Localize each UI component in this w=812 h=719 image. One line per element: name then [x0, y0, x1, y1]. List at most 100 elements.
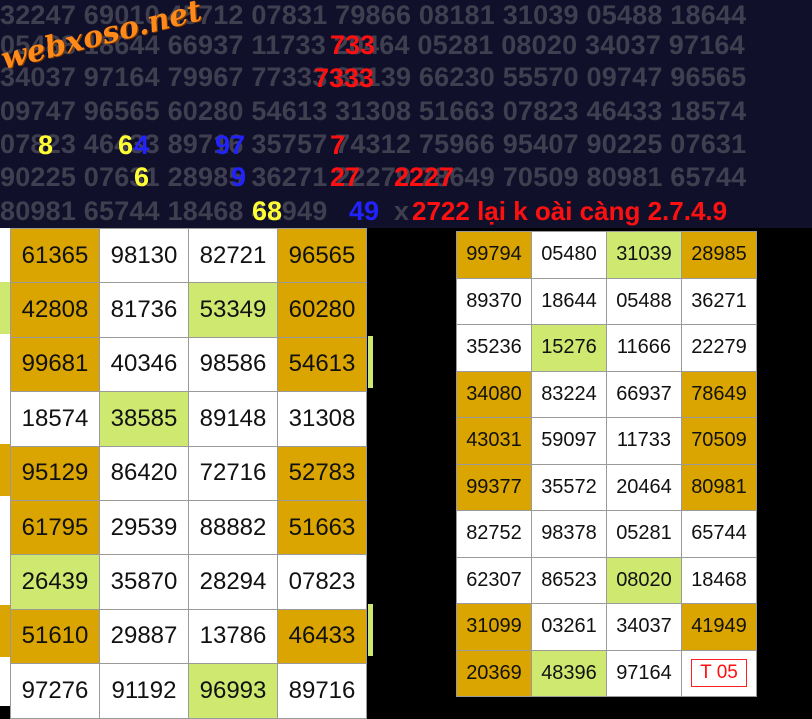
- number-cell: 86420: [99, 445, 189, 501]
- number-cell: 31039: [606, 231, 682, 279]
- number-cell: 05281: [606, 510, 682, 558]
- table-row: 99377 35572 20464 80981: [456, 463, 757, 511]
- table-row: 95129 86420 72716 52783: [10, 445, 367, 501]
- number-cell: 61365: [10, 227, 100, 284]
- table-row: 35236 15276 11666 22279: [456, 324, 757, 372]
- number-cell: 51663: [277, 499, 367, 556]
- number-cell: 70509: [681, 417, 757, 465]
- number-cell: 81736: [99, 282, 189, 338]
- table-row: 61365 98130 82721 96565: [10, 227, 367, 284]
- number-cell: 31099: [456, 603, 532, 651]
- tag-label: T 05: [691, 659, 747, 688]
- number-cell: 59097: [531, 417, 607, 465]
- number-cell: 28985: [681, 231, 757, 279]
- number-cell: 26439: [10, 554, 100, 610]
- number-cell: 89370: [456, 277, 532, 325]
- number-cell: 91192: [99, 663, 189, 719]
- number-cell: 18644: [531, 277, 607, 325]
- number-cell: 05480: [531, 231, 607, 279]
- number-cell: 99377: [456, 463, 532, 511]
- separator-mark: x: [394, 196, 410, 226]
- number-cell: 82752: [456, 510, 532, 558]
- number-cell: 18468: [681, 556, 757, 604]
- number-cell: 22279: [681, 324, 757, 372]
- table-row: 97276 91192 96993 89716: [10, 663, 367, 719]
- number-cell: 83224: [531, 370, 607, 418]
- number-cell: T 05: [681, 649, 757, 697]
- number-cell: 11666: [606, 324, 682, 372]
- number-cell: 18574: [10, 391, 100, 447]
- edge-cell: [0, 444, 10, 496]
- number-cell: 07823: [277, 554, 367, 610]
- edge-cell: [0, 282, 10, 334]
- number-cell: 15276: [531, 324, 607, 372]
- number-cell: 99681: [10, 336, 100, 393]
- highlight-number: 27: [330, 162, 361, 192]
- number-cell: 34037: [606, 603, 682, 651]
- background-number-row: 09747 96565 60280 54613 31308 51663 0782…: [0, 96, 747, 126]
- table-row: 31099 03261 34037 41949: [456, 603, 757, 651]
- number-cell: 34080: [456, 370, 532, 418]
- number-cell: 52783: [277, 445, 367, 501]
- number-cell: 42808: [10, 282, 100, 338]
- highlight-digit: 7: [330, 130, 346, 160]
- number-cell: 38585: [99, 391, 189, 447]
- table-row: 62307 86523 08020 18468: [456, 556, 757, 604]
- number-cell: 35236: [456, 324, 532, 372]
- table-row: 99681 40346 98586 54613: [10, 336, 367, 393]
- right-results-table: 99794 05480 31039 28985 89370 18644 05488 36271…: [456, 231, 757, 697]
- table-row: 43031 59097 11733 70509: [456, 417, 757, 465]
- number-cell: 86523: [531, 556, 607, 604]
- table-row: 18574 38585 89148 31308: [10, 391, 367, 447]
- number-cell: 89148: [188, 391, 278, 447]
- number-cell: 89716: [277, 663, 367, 719]
- number-cell: 80981: [681, 463, 757, 511]
- number-cell: 99794: [456, 231, 532, 279]
- table-row: 20369 48396 97164 T 05: [456, 649, 757, 697]
- highlight-number: 733: [330, 30, 376, 60]
- number-cell: 20464: [606, 463, 682, 511]
- table-row: 34080 83224 66937 78649: [456, 370, 757, 418]
- number-cell: 88882: [188, 499, 278, 556]
- lottery-header-banner: 32247 69010 45712 07831 79866 08181 3103…: [0, 0, 812, 228]
- background-number-row: 34037 97164 79967 77333 85139 66230 5557…: [0, 62, 747, 92]
- number-cell: 98378: [531, 510, 607, 558]
- number-cell: 29539: [99, 499, 189, 556]
- number-cell: 03261: [531, 603, 607, 651]
- number-cell: 43031: [456, 417, 532, 465]
- number-cell: 72716: [188, 445, 278, 501]
- number-cell: 35870: [99, 554, 189, 610]
- number-cell: 98130: [99, 227, 189, 284]
- table-row: 26439 35870 28294 07823: [10, 554, 367, 610]
- number-cell: 35572: [531, 463, 607, 511]
- left-results-table: 61365 98130 82721 96565 42808 81736 53349 60280…: [10, 227, 367, 719]
- number-cell: 65744: [681, 510, 757, 558]
- highlight-number: 2227: [394, 162, 455, 192]
- number-cell: 48396: [531, 649, 607, 697]
- table-row: 99794 05480 31039 28985: [456, 231, 757, 279]
- edge-cell: [368, 604, 373, 656]
- number-cell: 98586: [188, 336, 278, 393]
- table-row: 61795 29539 88882 51663: [10, 499, 367, 556]
- highlight-digit: 9: [231, 162, 247, 192]
- number-cell: 82721: [188, 227, 278, 284]
- number-cell: 60280: [277, 282, 367, 338]
- number-cell: 97164: [606, 649, 682, 697]
- highlight-number: 7333: [314, 63, 375, 93]
- number-cell: 51610: [10, 608, 100, 665]
- number-cell: 29887: [99, 608, 189, 665]
- number-cell: 40346: [99, 336, 189, 393]
- number-cell: 61795: [10, 499, 100, 556]
- highlight-digit: 97: [215, 130, 246, 160]
- number-cell: 54613: [277, 336, 367, 393]
- highlight-number: 68: [252, 196, 283, 226]
- number-cell: 31308: [277, 391, 367, 447]
- highlight-digit: 8: [38, 130, 54, 160]
- highlight-number: 49: [349, 196, 380, 226]
- edge-cell: [368, 336, 373, 388]
- number-cell: 97276: [10, 663, 100, 719]
- prediction-note: 2722 lại k oài càng 2.7.4.9: [412, 196, 728, 226]
- highlight-digit: 4: [134, 130, 150, 160]
- number-cell: 36271: [681, 277, 757, 325]
- table-row: 89370 18644 05488 36271: [456, 277, 757, 325]
